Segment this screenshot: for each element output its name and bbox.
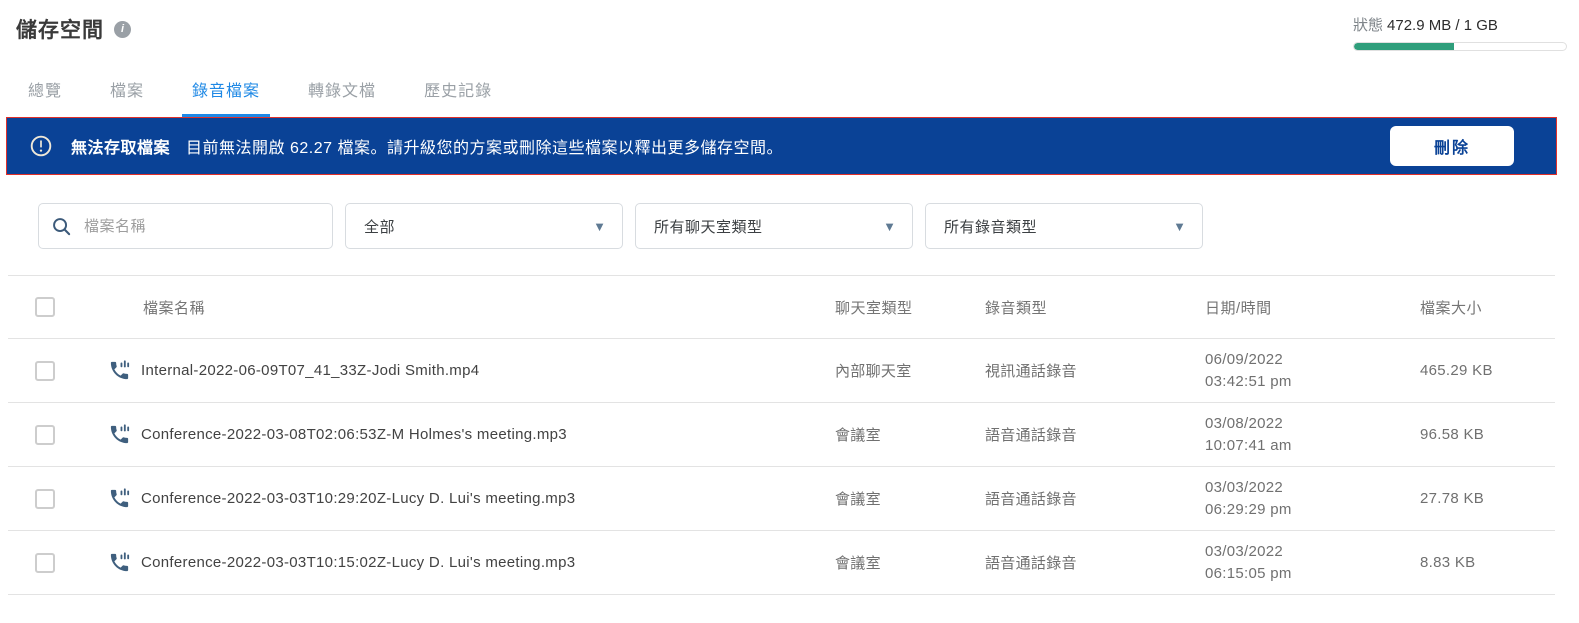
alert-message: 目前無法開啟 62.27 檔案。請升級您的方案或刪除這些檔案以釋出更多儲存空間。 [186, 134, 1390, 158]
page-header: 儲存空間 i 狀態472.9 MB / 1 GB [0, 0, 1579, 51]
room-type-dropdown-value: 所有聊天室類型 [654, 216, 763, 237]
header-file-size: 檔案大小 [1420, 276, 1555, 339]
recording-type-cell: 語音通話錄音 [985, 403, 1205, 467]
search-input[interactable] [84, 218, 320, 235]
room-type-cell: 會議室 [835, 467, 985, 531]
storage-progress-bar [1353, 42, 1567, 51]
file-size-cell: 27.78 KB [1420, 467, 1555, 531]
tab-檔案[interactable]: 檔案 [100, 77, 154, 117]
alert-banner: 無法存取檔案 目前無法開啟 62.27 檔案。請升級您的方案或刪除這些檔案以釋出… [6, 117, 1557, 175]
call-recording-icon [108, 551, 131, 574]
info-icon[interactable]: i [114, 21, 131, 38]
recording-type-dropdown[interactable]: 所有錄音類型 ▼ [925, 203, 1203, 249]
file-name-search[interactable] [38, 203, 333, 249]
table-row[interactable]: Internal-2022-06-09T07_41_33Z-Jodi Smith… [8, 339, 1555, 403]
recordings-table: 檔案名稱 聊天室類型 錄音類型 日期/時間 檔案大小 Inte [8, 275, 1555, 595]
row-checkbox[interactable] [35, 361, 55, 381]
datetime-cell: 06/09/2022 03:42:51 pm [1205, 339, 1420, 403]
row-checkbox[interactable] [35, 489, 55, 509]
room-type-cell: 會議室 [835, 531, 985, 595]
header-room-type: 聊天室類型 [835, 276, 985, 339]
date-text: 03/03/2022 [1205, 477, 1420, 499]
call-recording-icon [108, 487, 131, 510]
room-type-cell: 內部聊天室 [835, 339, 985, 403]
header-datetime: 日期/時間 [1205, 276, 1420, 339]
table-row[interactable]: Conference-2022-03-03T10:15:02Z-Lucy D. … [8, 531, 1555, 595]
room-type-dropdown[interactable]: 所有聊天室類型 ▼ [635, 203, 913, 249]
header-recording-type: 錄音類型 [985, 276, 1205, 339]
file-name: Conference-2022-03-03T10:15:02Z-Lucy D. … [141, 554, 575, 571]
date-text: 03/03/2022 [1205, 541, 1420, 563]
chevron-down-icon: ▼ [883, 219, 896, 234]
recording-type-cell: 語音通話錄音 [985, 467, 1205, 531]
tab-歷史記錄[interactable]: 歷史記錄 [414, 77, 502, 117]
date-text: 06/09/2022 [1205, 349, 1420, 371]
row-checkbox[interactable] [35, 425, 55, 445]
scope-dropdown-value: 全部 [364, 216, 395, 237]
storage-page: 儲存空間 i 狀態472.9 MB / 1 GB 總覽檔案錄音檔案轉錄文檔歷史記… [0, 0, 1579, 623]
warning-icon [29, 134, 53, 158]
table-row[interactable]: Conference-2022-03-03T10:29:20Z-Lucy D. … [8, 467, 1555, 531]
recording-type-cell: 視訊通話錄音 [985, 339, 1205, 403]
datetime-cell: 03/03/2022 06:29:29 pm [1205, 467, 1420, 531]
header-file-name: 檔案名稱 [100, 276, 835, 339]
tab-總覽[interactable]: 總覽 [18, 77, 72, 117]
filter-bar: 全部 ▼ 所有聊天室類型 ▼ 所有錄音類型 ▼ [38, 203, 1555, 249]
status-label: 狀態 [1353, 17, 1383, 34]
chevron-down-icon: ▼ [593, 219, 606, 234]
tab-轉錄文檔[interactable]: 轉錄文檔 [298, 77, 386, 117]
tab-bar: 總覽檔案錄音檔案轉錄文檔歷史記錄 [18, 77, 1579, 117]
time-text: 10:07:41 am [1205, 435, 1420, 457]
datetime-cell: 03/08/2022 10:07:41 am [1205, 403, 1420, 467]
page-title: 儲存空間 [16, 14, 104, 44]
file-size-cell: 96.58 KB [1420, 403, 1555, 467]
tab-錄音檔案[interactable]: 錄音檔案 [182, 77, 270, 117]
storage-status: 狀態472.9 MB / 1 GB [1353, 14, 1567, 51]
time-text: 06:29:29 pm [1205, 499, 1420, 521]
storage-progress-fill [1354, 43, 1454, 50]
time-text: 03:42:51 pm [1205, 371, 1420, 393]
status-value: 472.9 MB / 1 GB [1387, 17, 1498, 34]
file-name: Internal-2022-06-09T07_41_33Z-Jodi Smith… [141, 362, 479, 379]
file-name: Conference-2022-03-08T02:06:53Z-M Holmes… [141, 426, 567, 443]
file-size-cell: 465.29 KB [1420, 339, 1555, 403]
room-type-cell: 會議室 [835, 403, 985, 467]
row-checkbox[interactable] [35, 553, 55, 573]
date-text: 03/08/2022 [1205, 413, 1420, 435]
call-recording-icon [108, 359, 131, 382]
table-row[interactable]: Conference-2022-03-08T02:06:53Z-M Holmes… [8, 403, 1555, 467]
recording-type-dropdown-value: 所有錄音類型 [944, 216, 1037, 237]
search-icon [51, 216, 72, 237]
datetime-cell: 03/03/2022 06:15:05 pm [1205, 531, 1420, 595]
recording-type-cell: 語音通話錄音 [985, 531, 1205, 595]
delete-button[interactable]: 刪除 [1390, 126, 1514, 166]
time-text: 06:15:05 pm [1205, 563, 1420, 585]
table-header-row: 檔案名稱 聊天室類型 錄音類型 日期/時間 檔案大小 [8, 276, 1555, 339]
chevron-down-icon: ▼ [1173, 219, 1186, 234]
file-size-cell: 8.83 KB [1420, 531, 1555, 595]
scope-dropdown[interactable]: 全部 ▼ [345, 203, 623, 249]
alert-title: 無法存取檔案 [71, 134, 170, 158]
select-all-checkbox[interactable] [35, 297, 55, 317]
file-name: Conference-2022-03-03T10:29:20Z-Lucy D. … [141, 490, 575, 507]
call-recording-icon [108, 423, 131, 446]
